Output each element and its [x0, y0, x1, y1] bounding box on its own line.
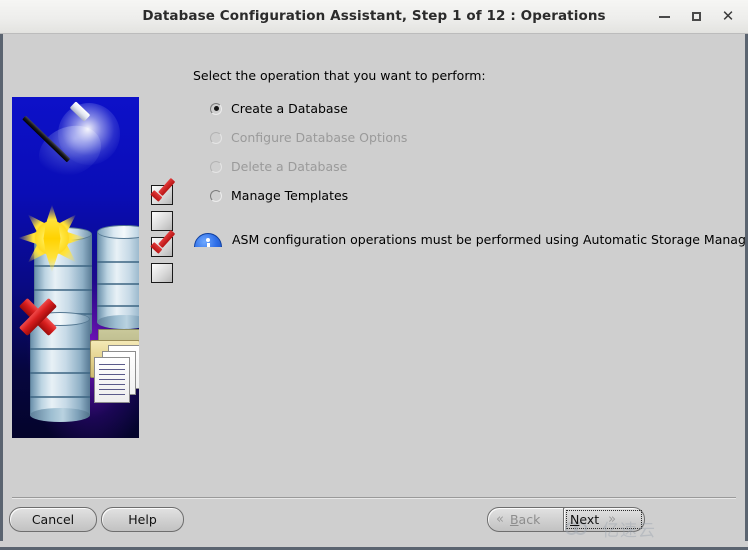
radio-create-a-database[interactable]: Create a Database [210, 94, 630, 123]
banner-artwork [12, 97, 139, 438]
back-button: « Back [487, 507, 569, 532]
starburst-icon [16, 202, 88, 274]
maximize-icon[interactable] [680, 2, 712, 32]
operation-prompt-label: Select the operation that you want to pe… [193, 68, 486, 83]
help-button[interactable]: Help [101, 507, 184, 532]
document-icon [94, 357, 130, 403]
asm-info-note: ASM configuration operations must be per… [193, 232, 748, 258]
chevron-left-icon: « [496, 512, 504, 527]
window-left-edge [0, 34, 3, 550]
asm-info-text: ASM configuration operations must be per… [232, 232, 748, 247]
radio-manage-templates[interactable]: Manage Templates [210, 181, 630, 210]
radio-label: Create a Database [231, 101, 348, 116]
radio-indicator-icon [210, 189, 222, 202]
next-button-label-rest: ext [579, 512, 600, 527]
chevron-right-icon: » [608, 512, 616, 527]
close-icon[interactable]: ✕ [712, 2, 744, 32]
window-title: Database Configuration Assistant, Step 1… [142, 8, 606, 24]
radio-indicator-icon [210, 160, 222, 173]
cancel-button-label: Cancel [31, 512, 75, 527]
title-bar: Database Configuration Assistant, Step 1… [0, 0, 748, 34]
next-button-label: Next [570, 512, 600, 527]
button-bar: Cancel Help « Back Next » [0, 503, 748, 537]
info-icon [193, 233, 223, 247]
radio-configure-database-options: Configure Database Options [210, 123, 630, 152]
radio-indicator-icon [210, 131, 222, 144]
radio-label: Configure Database Options [231, 130, 408, 145]
window-controls: ✕ [648, 0, 744, 33]
radio-label: Delete a Database [231, 159, 348, 174]
database-configuration-assistant-window: Database Configuration Assistant, Step 1… [0, 0, 748, 550]
help-button-label: Help [128, 512, 157, 527]
radio-indicator-icon [210, 102, 222, 115]
button-bar-separator [12, 497, 736, 499]
operation-radio-group: Create a Database Configure Database Opt… [210, 94, 630, 210]
wizard-banner-image [12, 97, 173, 438]
radio-label: Manage Templates [231, 188, 349, 203]
window-bottom-edge [0, 541, 748, 550]
back-button-label: Back [509, 512, 541, 527]
minimize-icon[interactable] [648, 2, 680, 32]
cancel-button[interactable]: Cancel [9, 507, 97, 532]
delete-x-icon [18, 297, 58, 337]
database-cylinder-icon [97, 225, 139, 329]
radio-delete-a-database: Delete a Database [210, 152, 630, 181]
checklist-icon [149, 185, 179, 287]
next-button[interactable]: Next » [563, 507, 645, 532]
back-button-label-rest: ack [518, 512, 541, 527]
